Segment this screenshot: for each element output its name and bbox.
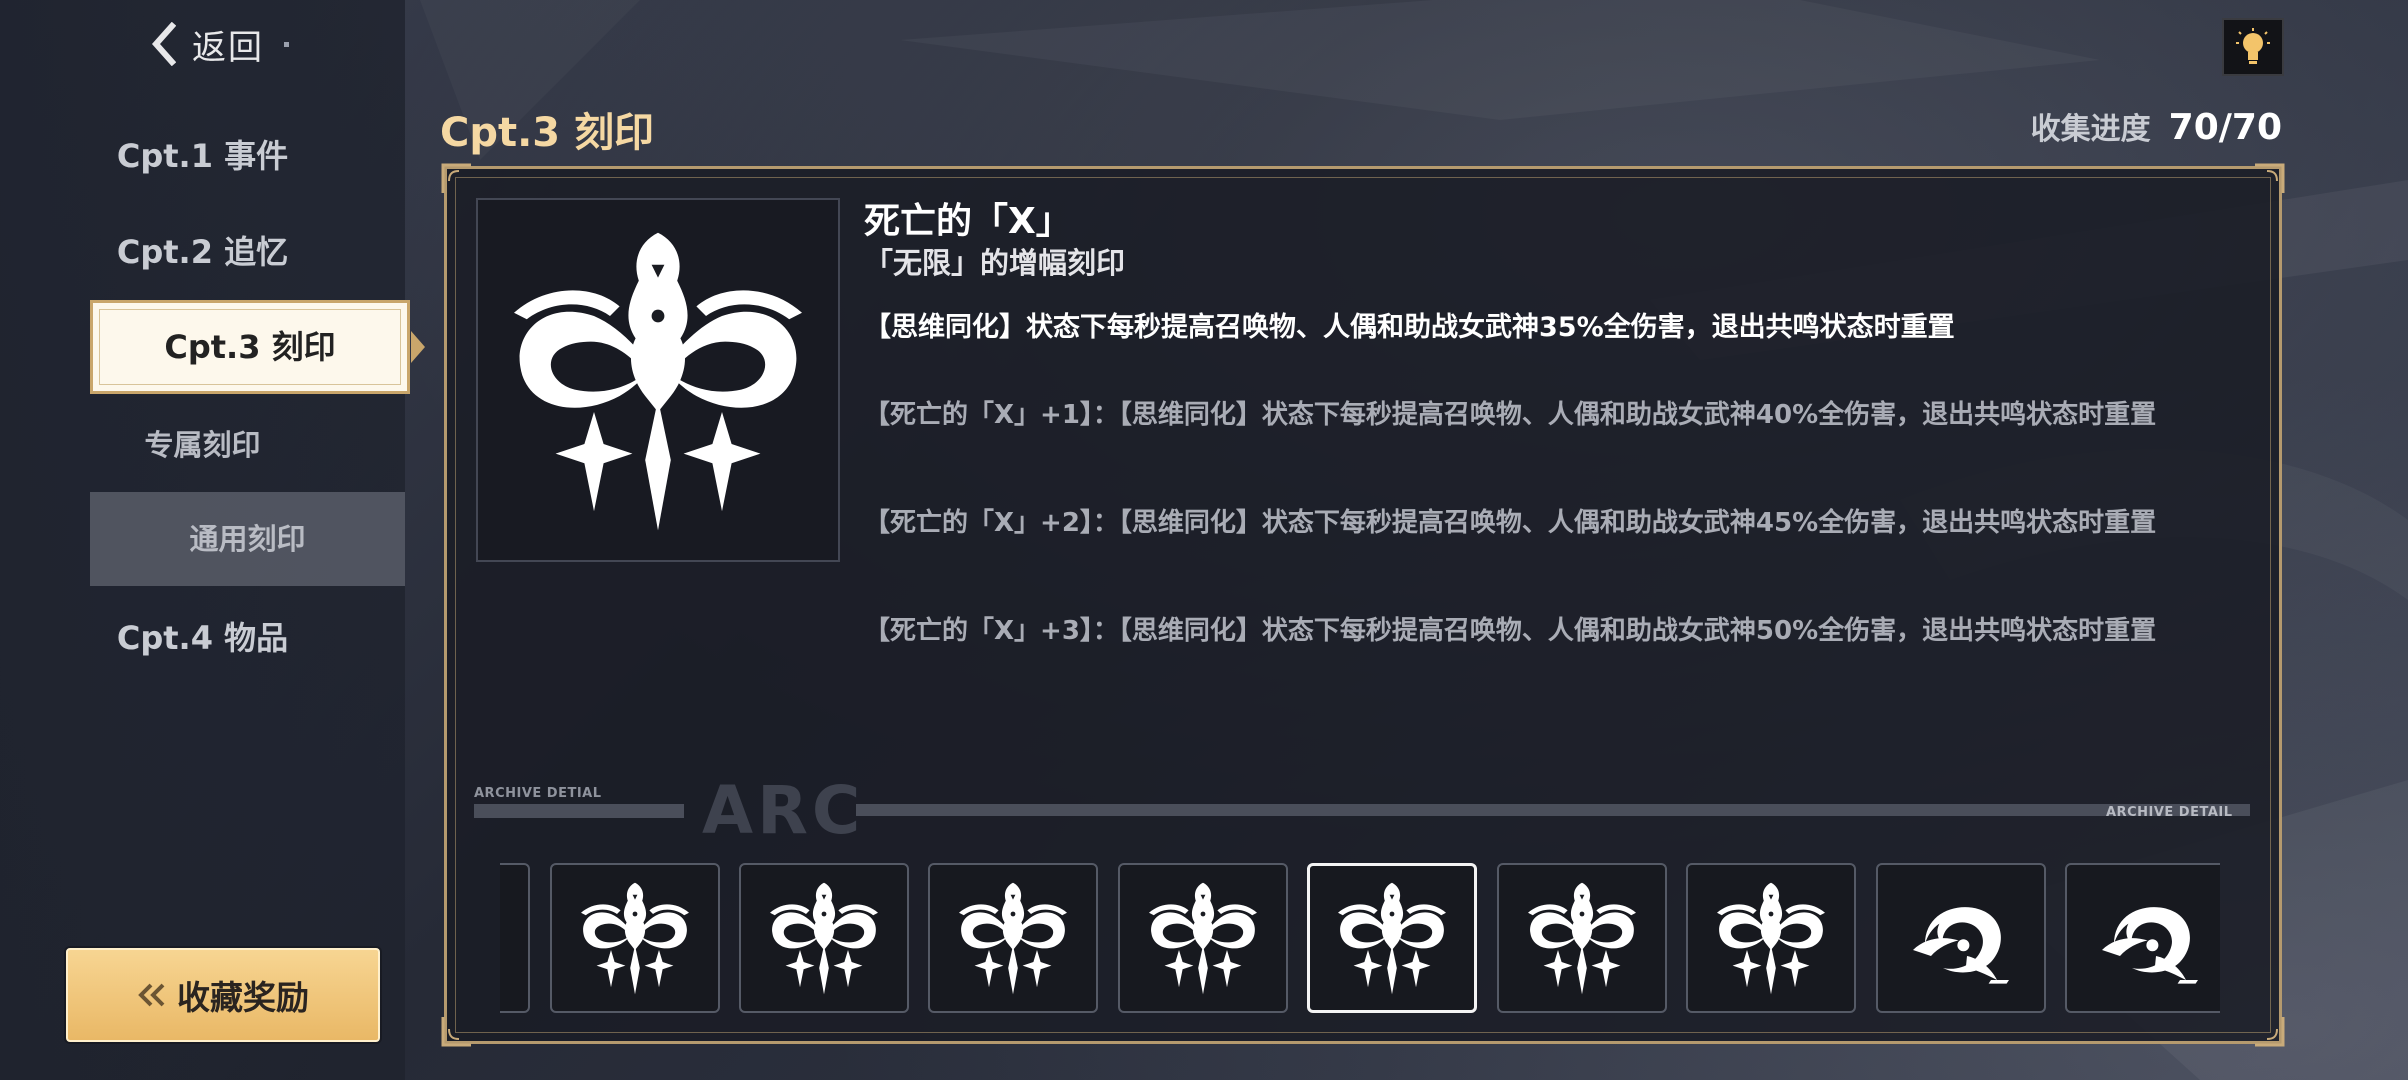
lightbulb-icon [2236, 28, 2270, 64]
nav-item-cpt2[interactable]: Cpt.2 追忆 [0, 226, 405, 278]
back-button[interactable]: 返回 [150, 16, 289, 72]
serpent-sigil-icon [1143, 878, 1263, 998]
serpent-sigil-icon [764, 878, 884, 998]
selected-frame [99, 309, 401, 385]
corner-ornament-icon [441, 1015, 473, 1047]
serpent-sigil-icon [953, 878, 1073, 998]
corner-ornament-icon [441, 163, 473, 195]
hint-button[interactable] [2222, 18, 2284, 76]
nav-subitem-exclusive[interactable]: 专属刻印 [0, 420, 405, 470]
item-thumbnail[interactable] [928, 863, 1098, 1013]
collection-reward-button[interactable]: 收藏奖励 [66, 948, 380, 1042]
item-thumbnail[interactable] [1686, 863, 1856, 1013]
item-effect: 【思维同化】状态下每秒提高召唤物、人偶和助战女武神35%全伤害，退出共鸣状态时重… [864, 312, 1955, 343]
corner-ornament-icon [2253, 1015, 2285, 1047]
back-label: 返回 [192, 27, 264, 68]
item-icon-frame [476, 198, 840, 562]
item-name: 死亡的「X」 [864, 201, 1072, 242]
nav-item-cpt4[interactable]: Cpt.4 物品 [0, 612, 405, 664]
upgrade-description: 【死亡的「X」+1】：【思维同化】状态下每秒提高召唤物、人偶和助战女武神40%全… [864, 400, 2157, 430]
swirl-orb-icon [1901, 878, 2021, 998]
serpent-sigil-icon [1522, 878, 1642, 998]
nav-item-cpt1[interactable]: Cpt.1 事件 [0, 130, 405, 182]
nav-subitem-general[interactable]: 通用刻印 [90, 492, 405, 586]
item-thumbnail-selected[interactable] [1307, 863, 1477, 1013]
item-thumbnail[interactable] [500, 863, 530, 1013]
item-thumbnail[interactable] [1876, 863, 2046, 1013]
selection-arrow-icon [411, 331, 425, 363]
upgrade-description: 【死亡的「X」+2】：【思维同化】状态下每秒提高召唤物、人偶和助战女武神45%全… [864, 508, 2157, 538]
corner-ornament-icon [2253, 163, 2285, 195]
item-thumbnail[interactable] [1118, 863, 1288, 1013]
item-thumbnail[interactable] [550, 863, 720, 1013]
reward-label: 收藏奖励 [177, 978, 309, 1017]
archive-divider [856, 804, 2250, 816]
item-thumbnail-strip[interactable] [500, 860, 2220, 1020]
archive-divider [474, 804, 684, 818]
item-thumbnail[interactable] [1497, 863, 1667, 1013]
chevron-left-icon [151, 22, 176, 66]
collection-progress: 收集进度 70/70 [2031, 104, 2282, 148]
archive-watermark: ARC [702, 772, 865, 849]
double-chevron-left-icon [138, 983, 165, 1007]
serpent-sigil-icon [498, 215, 818, 545]
swirl-orb-icon [2090, 878, 2210, 998]
serpent-sigil-icon [1332, 878, 1452, 998]
item-thumbnail[interactable] [2065, 863, 2220, 1013]
upgrade-description: 【死亡的「X」+3】：【思维同化】状态下每秒提高召唤物、人偶和助战女武神50%全… [864, 616, 2157, 646]
sidebar: 返回 Cpt.1 事件 Cpt.2 追忆 Cpt.3 刻印 专属刻印 通用刻印 … [0, 0, 425, 1080]
item-thumbnail[interactable] [739, 863, 909, 1013]
serpent-sigil-icon [1711, 878, 1831, 998]
archive-label: ARCHIVE DETAIL [2106, 805, 2233, 820]
page-title: Cpt.3 刻印 [440, 110, 655, 156]
progress-value: 70/70 [2168, 107, 2282, 148]
archive-label: ARCHIVE DETIAL [474, 786, 602, 801]
divider-dot [284, 41, 289, 47]
serpent-sigil-icon [575, 878, 695, 998]
nav-item-cpt3-selected[interactable]: Cpt.3 刻印 [90, 300, 410, 394]
progress-label: 收集进度 [2030, 112, 2151, 147]
serpent-sigil-icon [500, 878, 505, 998]
item-subtitle: 「无限」的增幅刻印 [864, 246, 1126, 280]
